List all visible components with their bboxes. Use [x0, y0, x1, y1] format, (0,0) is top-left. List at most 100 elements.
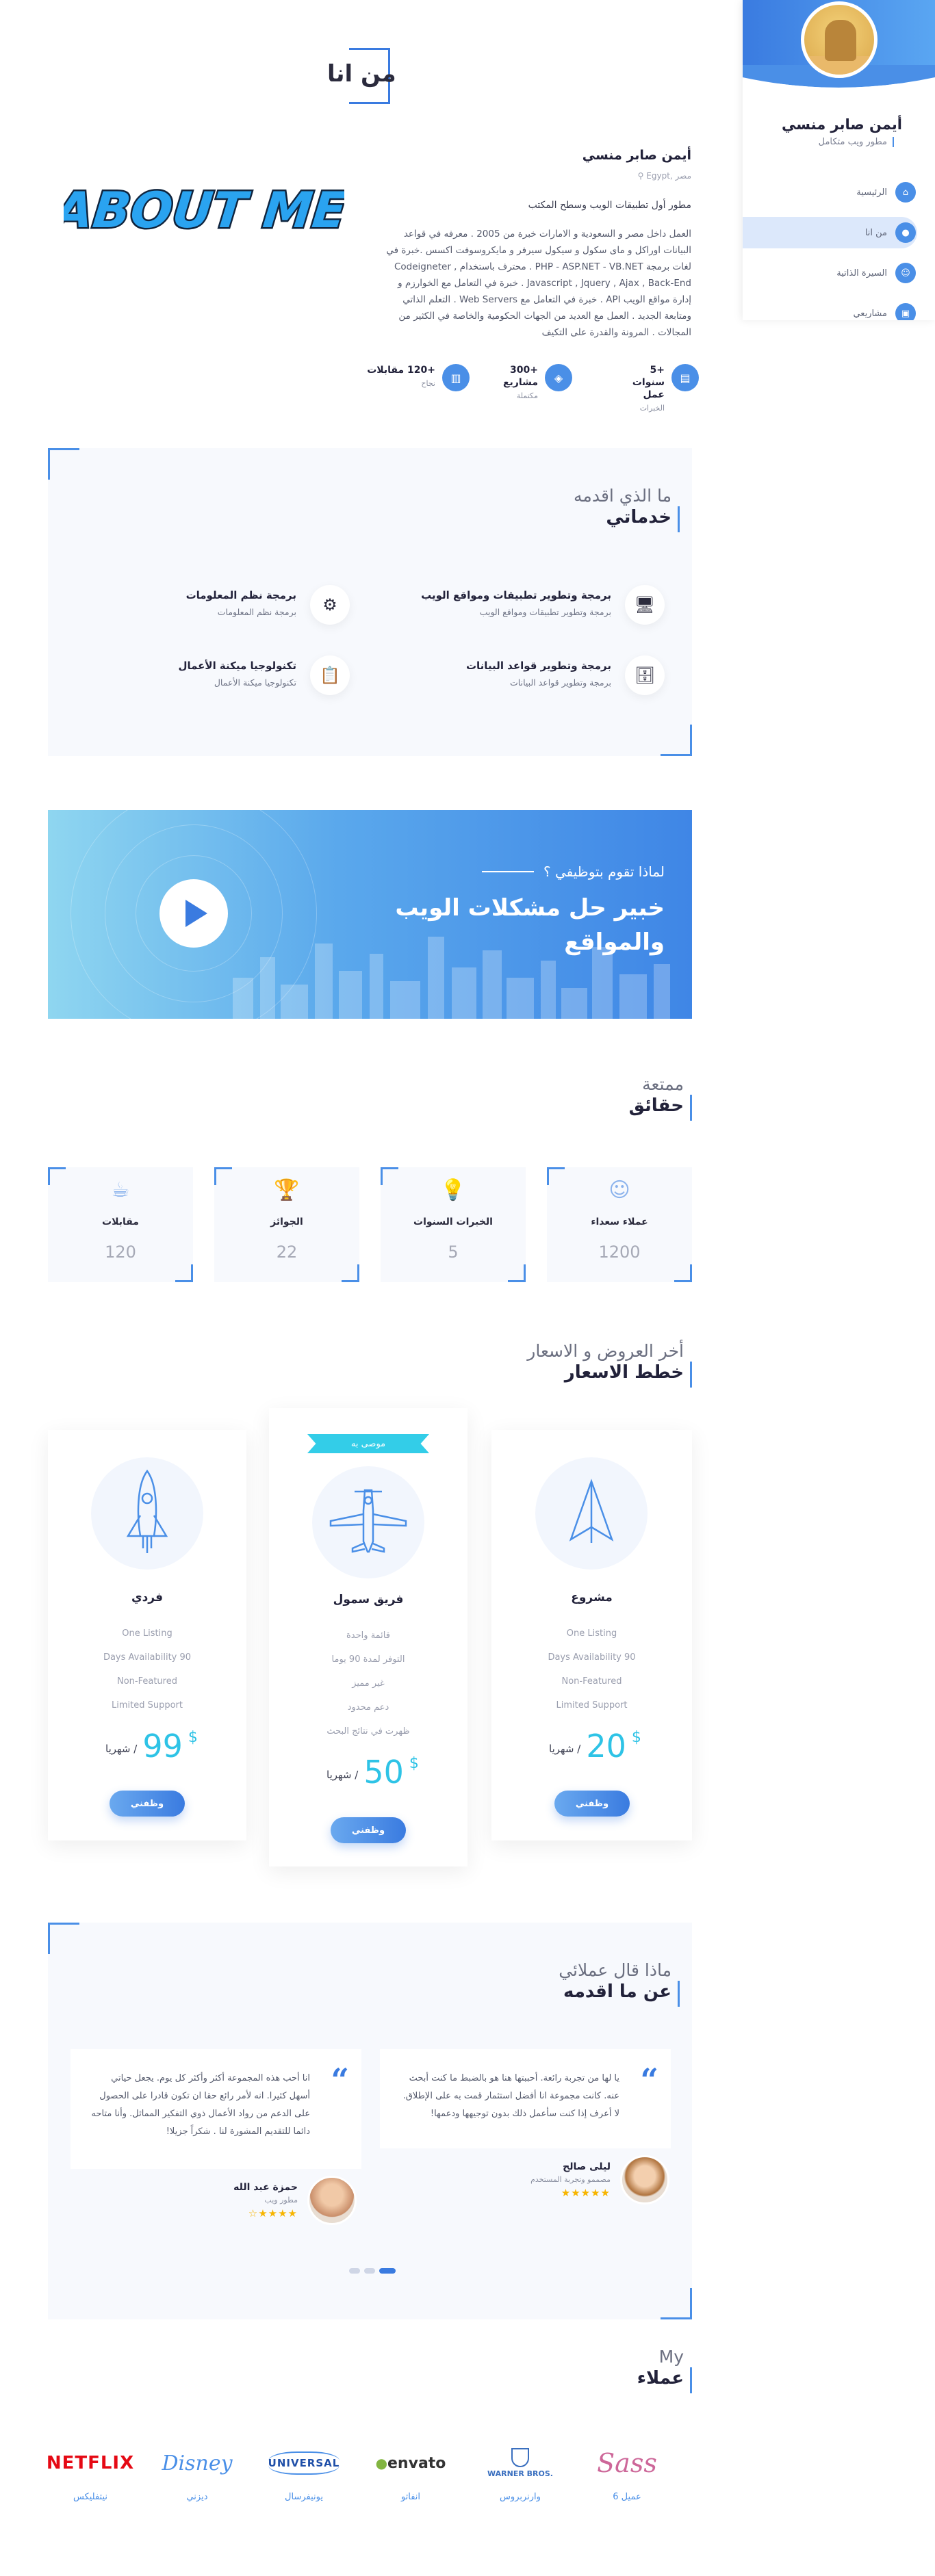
netflix-logo: NETFLIX: [42, 2443, 138, 2484]
client-name: نيتفليكس: [73, 2492, 108, 2502]
corner-decoration: [661, 2288, 692, 2319]
play-icon: [185, 900, 207, 927]
plan-name: فريق سمول: [333, 1593, 404, 1606]
client-item[interactable]: UNIVERSAL يونيفرسال: [256, 2443, 352, 2502]
rating-stars: ★★★★☆: [248, 2207, 298, 2220]
client-item[interactable]: ● envato انفاتو: [363, 2443, 459, 2503]
stat-interviews: ▥ +120 مقابلات نجاح: [367, 364, 470, 391]
price-period: / شهريا: [326, 1769, 359, 1781]
client-name: انفاتو: [400, 2492, 421, 2502]
title-accent-bar: [678, 506, 680, 532]
logo-text: envato: [387, 2454, 446, 2472]
plan-feature: Days Availability 90: [103, 1652, 192, 1663]
carousel-dot[interactable]: [349, 2268, 360, 2274]
database-icon: 🗄: [625, 655, 665, 695]
service-title: برمجة وتطوير قواعد البيانات: [465, 660, 611, 672]
service-title: تكنولوجيا ميكنة الأعمال: [178, 660, 296, 672]
trash-icon: ▥: [442, 364, 470, 391]
client-name: عميل 6: [613, 2492, 641, 2502]
client-name: يونيفرسال: [285, 2492, 323, 2502]
service-title: برمجة نظم المعلومات: [185, 589, 296, 601]
avatar: [620, 2155, 669, 2204]
price-period: / شهريا: [549, 1743, 581, 1755]
author-role: مطور ويب: [264, 2195, 298, 2204]
corner-decoration: [508, 1264, 526, 1282]
sidebar-item-label: من انا: [864, 227, 887, 238]
author-name: حمزة عبد الله: [233, 2181, 298, 2193]
sass-logo: Sass: [579, 2443, 675, 2484]
plan-feature: One Listing: [122, 1628, 172, 1639]
sidebar-item-about[interactable]: من انا ●: [743, 217, 917, 248]
sidebar-item-projects[interactable]: مشاريعي ▣: [743, 298, 935, 320]
sidebar-item-home[interactable]: الرئيسية ⌂: [743, 177, 935, 208]
service-desc: برمجة وتطوير قواعد البيانات: [510, 677, 611, 688]
plan-feature: ظهرت في نتائج البحث: [326, 1726, 410, 1736]
client-item[interactable]: Disney ديزني: [149, 2443, 245, 2503]
sidebar-role: مطور ويب متكامل: [819, 137, 894, 147]
briefcase-icon: ▤: [671, 364, 699, 391]
fact-label: مقابلات: [102, 1217, 139, 1227]
client-name: ديزني: [186, 2492, 208, 2502]
logo-text: Disney: [162, 2451, 233, 2475]
service-desc: تكنولوجيا ميكنة الأعمال: [214, 677, 296, 688]
person-icon: ☺: [895, 263, 916, 283]
corner-decoration: [175, 1264, 193, 1282]
home-icon: ⌂: [895, 182, 916, 203]
client-item[interactable]: NETFLIX نيتفليكس: [42, 2443, 138, 2502]
section-title: خدماتي: [606, 507, 671, 528]
service-item: 🖥 برمجة وتطوير تطبيقات ومواقع الويب برمج…: [421, 585, 665, 625]
video-play-button[interactable]: [159, 879, 228, 948]
fact-value: 120: [105, 1243, 136, 1262]
client-name: وارنربروس: [500, 2492, 541, 2502]
sidebar-item-resume[interactable]: السيرة الذاتية ☺: [743, 257, 935, 289]
rating-stars: ★★★★★: [561, 2186, 611, 2199]
section-subtitle: أخر العروض و الاسعار: [527, 1341, 684, 1361]
carousel-dot[interactable]: [364, 2268, 375, 2274]
svg-text:ABOUT ME: ABOUT ME: [64, 182, 344, 239]
disney-logo: Disney: [149, 2443, 245, 2484]
hire-me-button[interactable]: وظفني: [110, 1791, 185, 1817]
trophy-icon: 🏆: [274, 1178, 300, 1202]
fact-value: 22: [276, 1243, 298, 1262]
about-description: العمل داخل مصر و السعودية و الامارات خبر…: [386, 229, 691, 338]
fact-value: 1200: [598, 1243, 641, 1262]
testimonial-text: يا لها من تجربة رائعة. أحببتها هنا هو با…: [402, 2073, 619, 2119]
plan-price: / شهريا 50 $: [326, 1754, 419, 1791]
shield-icon: [511, 2448, 529, 2467]
service-title: برمجة وتطوير تطبيقات ومواقع الويب: [421, 589, 611, 601]
corner-decoration: [674, 1264, 692, 1282]
envato-logo: ● envato: [363, 2443, 459, 2484]
client-item[interactable]: Sass عميل 6: [579, 2443, 675, 2502]
hire-me-button[interactable]: وظفني: [554, 1791, 630, 1817]
briefcase-icon: ▣: [895, 303, 916, 320]
logo-text: UNIVERSAL: [268, 2451, 340, 2475]
section-title: حقائق: [628, 1095, 684, 1116]
service-desc: برمجة وتطوير تطبيقات ومواقع الويب: [479, 607, 611, 617]
client-item[interactable]: WARNER BROS. وارنربروس: [472, 2443, 568, 2502]
fact-card: 💡 الخبرات السنوات 5: [381, 1167, 526, 1282]
fact-label: عملاء سعداء: [591, 1217, 648, 1227]
price-amount: 20: [586, 1728, 626, 1765]
sidebar-item-label: السيرة الذاتية: [836, 268, 887, 278]
quote-icon: “: [640, 2061, 658, 2098]
testimonials-section: ماذا قال عملائي عن ما اقدمه “ انا أحب هذ…: [48, 1923, 692, 2319]
web-app-icon: 🖥: [625, 585, 665, 625]
section-subtitle: ما الذي اقدمه: [574, 486, 671, 506]
plan-feature: Days Availability 90: [548, 1652, 636, 1663]
carousel-dot-active[interactable]: [379, 2268, 396, 2274]
plane-icon: [329, 1489, 407, 1553]
fact-card: ☺ عملاء سعداء 1200: [547, 1167, 692, 1282]
pricing-heading: أخر العروض و الاسعار خطط الاسعار: [527, 1341, 692, 1388]
layers-icon: ◈: [545, 364, 572, 391]
coffee-icon: ☕: [111, 1178, 130, 1202]
plan-feature: دعم محدود: [347, 1702, 389, 1713]
plan-feature: One Listing: [566, 1628, 617, 1639]
hire-me-button[interactable]: وظفني: [331, 1817, 406, 1843]
plan-feature: قائمة واحدة: [346, 1630, 390, 1641]
about-name: أيمن صابر منسي: [582, 148, 691, 163]
title-accent-bar: [690, 1095, 692, 1121]
page-title: من انا: [327, 60, 396, 88]
avatar-sphinx: [825, 20, 856, 61]
section-subtitle: ممتعة: [642, 1074, 684, 1094]
price-amount: 99: [142, 1728, 183, 1765]
